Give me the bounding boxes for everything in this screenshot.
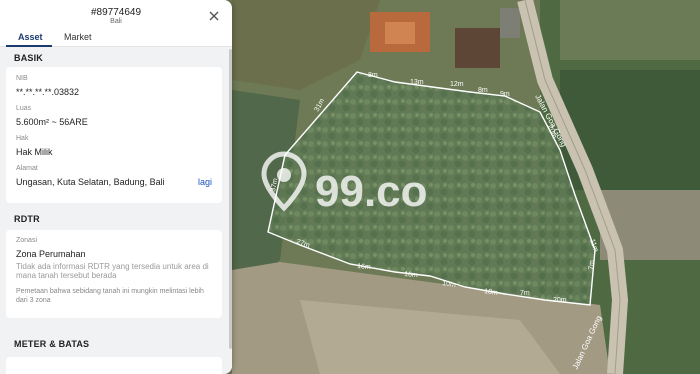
dimension-label: 9m: [500, 91, 510, 98]
tab-asset[interactable]: Asset: [18, 32, 43, 42]
dimension-label: 13m: [410, 79, 424, 86]
listing-location: Bali: [110, 18, 122, 25]
dimension-label: 8m: [368, 72, 378, 79]
tab-bar: Asset Market: [0, 30, 232, 47]
section-title-basik: BASIK: [14, 53, 44, 63]
nib-value: **.**.**.**.03832: [16, 87, 80, 97]
rdtr-warning-text: Pemetaan bahwa sebidang tanah ini mungki…: [16, 288, 204, 304]
alamat-label: Alamat: [16, 165, 38, 172]
zonasi-label: Zonasi: [16, 237, 38, 244]
watermark-text: 99.co: [315, 167, 428, 216]
nib-label: NIB: [16, 75, 28, 82]
dimension-label: 7m: [520, 290, 530, 297]
dimension-label: 7m: [588, 260, 596, 270]
hak-value: Hak Milik: [16, 147, 53, 157]
panel-scrollbar[interactable]: [229, 49, 232, 349]
luas-label: Luas: [16, 105, 32, 112]
rdtr-card: Zonasi Zona Perumahan Tidak ada informas…: [6, 230, 222, 318]
basik-card: NIB **.**.**.**.03832 Luas 5.600m² ~ 56A…: [6, 67, 222, 203]
panel-header: #89774649 Bali: [0, 0, 232, 30]
dimension-label: 12m: [450, 81, 464, 88]
asset-info-panel: #89774649 Bali Asset Market BASIK NIB **…: [0, 0, 232, 374]
alamat-value: Ungasan, Kuta Selatan, Badung, Bali: [16, 177, 165, 187]
tab-market[interactable]: Market: [64, 32, 92, 42]
zonasi-value: Zona Perumahan: [16, 249, 86, 259]
dimension-label: 16m: [357, 263, 371, 271]
alamat-more-link[interactable]: lagi: [198, 177, 212, 187]
section-title-meter-batas: METER & BATAS: [14, 339, 90, 349]
close-icon[interactable]: [207, 9, 221, 23]
dimension-label: 8m: [478, 87, 488, 94]
panel-body: BASIK NIB **.**.**.**.03832 Luas 5.600m²…: [0, 47, 232, 374]
rdtr-info-text: Tidak ada informasi RDTR yang tersedia u…: [16, 262, 209, 280]
listing-id: #89774649: [90, 7, 142, 18]
meter-card: [6, 357, 222, 374]
hak-label: Hak: [16, 135, 29, 142]
dimension-label: 20m: [553, 297, 567, 304]
dimension-label: 16m: [404, 271, 418, 279]
luas-value: 5.600m² ~ 56ARE: [16, 117, 88, 127]
section-title-rdtr: RDTR: [14, 214, 40, 224]
